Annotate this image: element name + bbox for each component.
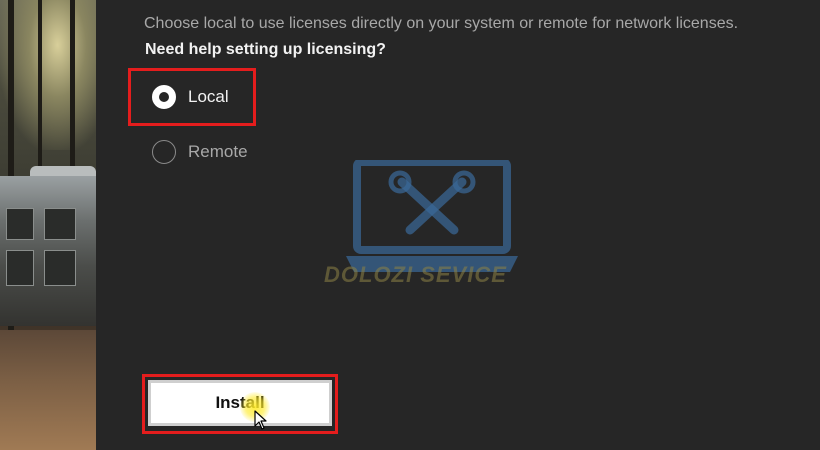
remote-radio-button[interactable] <box>152 140 176 164</box>
local-license-option[interactable]: Local <box>152 85 229 109</box>
local-option-label: Local <box>188 87 229 106</box>
mouse-pointer-icon <box>254 410 267 430</box>
remote-option-label: Remote <box>188 142 248 161</box>
local-radio-button[interactable] <box>152 85 176 109</box>
licensing-description: Choose local to use licenses directly on… <box>144 15 739 32</box>
installer-panel: Choose local to use licenses directly on… <box>96 0 820 450</box>
background-photo <box>0 0 96 450</box>
remote-license-option[interactable]: Remote <box>152 140 248 164</box>
watermark-text: DOLOZI SEVICE <box>324 262 507 287</box>
licensing-help-link[interactable]: Need help setting up licensing? <box>145 41 386 59</box>
